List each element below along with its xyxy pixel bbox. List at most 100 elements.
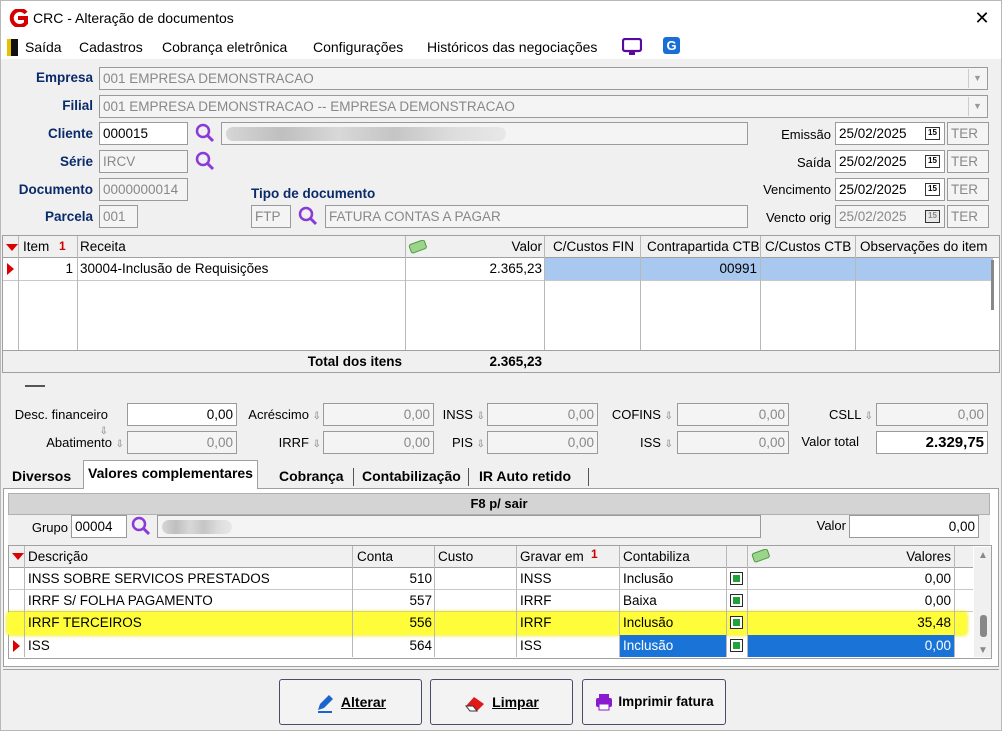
scrollbar[interactable]: [974, 547, 991, 657]
grupo-label: Grupo: [31, 520, 68, 535]
col-obs-header[interactable]: Observações do item: [860, 236, 988, 258]
emissao-value: 25/02/2025: [839, 126, 907, 141]
alterar-button[interactable]: Alterar: [279, 679, 422, 725]
limpar-button[interactable]: Limpar: [430, 679, 573, 725]
parcela-input[interactable]: 001: [99, 205, 138, 228]
row-contabiliza[interactable]: Inclusão: [623, 612, 673, 634]
col-descricao-header[interactable]: Descrição: [28, 546, 88, 568]
total-value: 2.365,23: [489, 354, 542, 369]
g-app-icon[interactable]: G: [663, 37, 680, 54]
col-gravar-header[interactable]: Gravar em: [520, 546, 584, 568]
cliente-label: Cliente: [47, 126, 93, 141]
search-icon[interactable]: [130, 515, 152, 537]
checkbox-checked[interactable]: [730, 572, 743, 585]
pis-input[interactable]: 0,00: [487, 431, 598, 454]
inss-input[interactable]: 0,00: [487, 403, 598, 426]
pencil-icon: [317, 695, 333, 714]
row-valor: 0,00: [924, 571, 951, 586]
tipo-code-input[interactable]: FTP: [251, 205, 291, 228]
monitor-icon[interactable]: [622, 38, 642, 56]
col-contabiliza-header[interactable]: Contabiliza: [623, 546, 690, 568]
search-icon[interactable]: [194, 150, 216, 172]
tab-ir-auto-retido[interactable]: IR Auto retido: [475, 464, 575, 488]
calendar-icon: 15: [925, 210, 940, 223]
grupo-input[interactable]: 00004: [71, 515, 127, 538]
vencto-orig-value: 25/02/2025: [839, 209, 907, 224]
col-item-header[interactable]: Item: [23, 236, 49, 258]
scroll-up-icon[interactable]: ▲: [978, 550, 988, 561]
row-gravar: IRRF: [520, 593, 552, 608]
tab-valores-complementares[interactable]: Valores complementares: [83, 460, 258, 489]
desc-financeiro-input[interactable]: 0,00: [127, 403, 237, 426]
row-contabiliza[interactable]: Inclusão: [623, 568, 673, 590]
csll-input[interactable]: 0,00: [876, 403, 988, 426]
close-icon[interactable]: ✕: [969, 7, 995, 29]
row-contabiliza[interactable]: Inclusão: [623, 635, 673, 657]
col-contrapartida-header[interactable]: Contrapartida CTB: [647, 236, 760, 258]
redacted-text: [226, 127, 506, 141]
empresa-value: 001 EMPRESA DEMONSTRACAO: [103, 71, 314, 86]
current-row-icon: [13, 640, 20, 652]
checkbox-checked[interactable]: [730, 594, 743, 607]
saida-date-input[interactable]: 25/02/2025 15: [835, 150, 945, 173]
pis-label: PIS ⇩: [452, 435, 485, 450]
chevron-down-icon[interactable]: ▼: [968, 69, 986, 88]
row-contabiliza[interactable]: Baixa: [623, 590, 657, 612]
valor-input[interactable]: 0,00: [849, 515, 979, 538]
items-grid[interactable]: Item 1 Receita Valor C/Custos FIN Contra…: [2, 235, 1000, 373]
redacted-text: [162, 520, 232, 534]
menu-cobranca-eletronica[interactable]: Cobrança eletrônica: [162, 39, 287, 55]
emissao-label: Emissão: [781, 127, 831, 142]
row-gravar: INSS: [520, 571, 552, 586]
vencto-orig-date-input[interactable]: 25/02/2025 15: [835, 205, 945, 228]
col-receita-header[interactable]: Receita: [80, 236, 126, 258]
panel-caption: F8 p/ sair: [8, 493, 990, 515]
empresa-select[interactable]: 001 EMPRESA DEMONSTRACAO ▼: [99, 67, 988, 90]
search-icon[interactable]: [297, 205, 319, 227]
col-ccfin-header[interactable]: C/Custos FIN: [553, 236, 634, 258]
tab-contabilizacao[interactable]: Contabilização: [358, 464, 465, 488]
row-item: 1: [65, 261, 73, 276]
calendar-icon[interactable]: 15: [925, 183, 940, 196]
calendar-icon[interactable]: 15: [925, 155, 940, 168]
tab-diversos[interactable]: Diversos: [8, 464, 75, 488]
menu-cadastros[interactable]: Cadastros: [79, 39, 143, 55]
cliente-input[interactable]: 000015: [99, 122, 188, 145]
search-icon[interactable]: [194, 122, 216, 144]
vencto-orig-label: Vencto orig: [765, 210, 831, 225]
emissao-weekday: TER: [947, 122, 989, 145]
grupo-name-field: [157, 515, 761, 538]
vencimento-date-input[interactable]: 25/02/2025 15: [835, 178, 945, 201]
checkbox-checked[interactable]: [730, 616, 743, 629]
sort-indicator-icon[interactable]: [6, 244, 18, 251]
splitter-handle[interactable]: [25, 385, 45, 387]
menu-configuracoes[interactable]: Configurações: [313, 39, 403, 55]
imprimir-fatura-button[interactable]: Imprimir fatura: [582, 679, 726, 725]
calendar-icon[interactable]: 15: [925, 127, 940, 140]
menu-historicos[interactable]: Históricos das negociações: [427, 39, 597, 55]
scroll-thumb[interactable]: [980, 615, 987, 637]
acrescimo-input[interactable]: 0,00: [323, 403, 434, 426]
scrollbar[interactable]: [991, 260, 994, 310]
filial-select[interactable]: 001 EMPRESA DEMONSTRACAO -- EMPRESA DEMO…: [99, 95, 988, 118]
sort-indicator-icon[interactable]: [12, 553, 24, 560]
col-valor-header[interactable]: Valor: [408, 236, 542, 258]
scroll-down-icon[interactable]: ▼: [978, 645, 988, 656]
serie-input[interactable]: IRCV: [99, 150, 188, 173]
col-valores-header[interactable]: Valores: [751, 546, 951, 568]
col-ccctb-header[interactable]: C/Custos CTB: [765, 236, 851, 258]
irrf-input[interactable]: 0,00: [323, 431, 434, 454]
chevron-down-icon[interactable]: ▼: [968, 97, 986, 116]
total-label: Total dos itens: [307, 354, 402, 369]
menu-saida[interactable]: Saída: [25, 39, 62, 55]
documento-input[interactable]: 0000000014: [99, 178, 188, 201]
tab-cobranca[interactable]: Cobrança: [275, 464, 348, 488]
exit-door-icon[interactable]: [7, 39, 18, 56]
abatimento-input[interactable]: 0,00: [127, 431, 237, 454]
checkbox-checked[interactable]: [730, 639, 743, 652]
emissao-date-input[interactable]: 25/02/2025 15: [835, 122, 945, 145]
iss-input[interactable]: 0,00: [677, 431, 789, 454]
col-custo-header[interactable]: Custo: [438, 546, 473, 568]
col-conta-header[interactable]: Conta: [357, 546, 393, 568]
cofins-input[interactable]: 0,00: [677, 403, 789, 426]
